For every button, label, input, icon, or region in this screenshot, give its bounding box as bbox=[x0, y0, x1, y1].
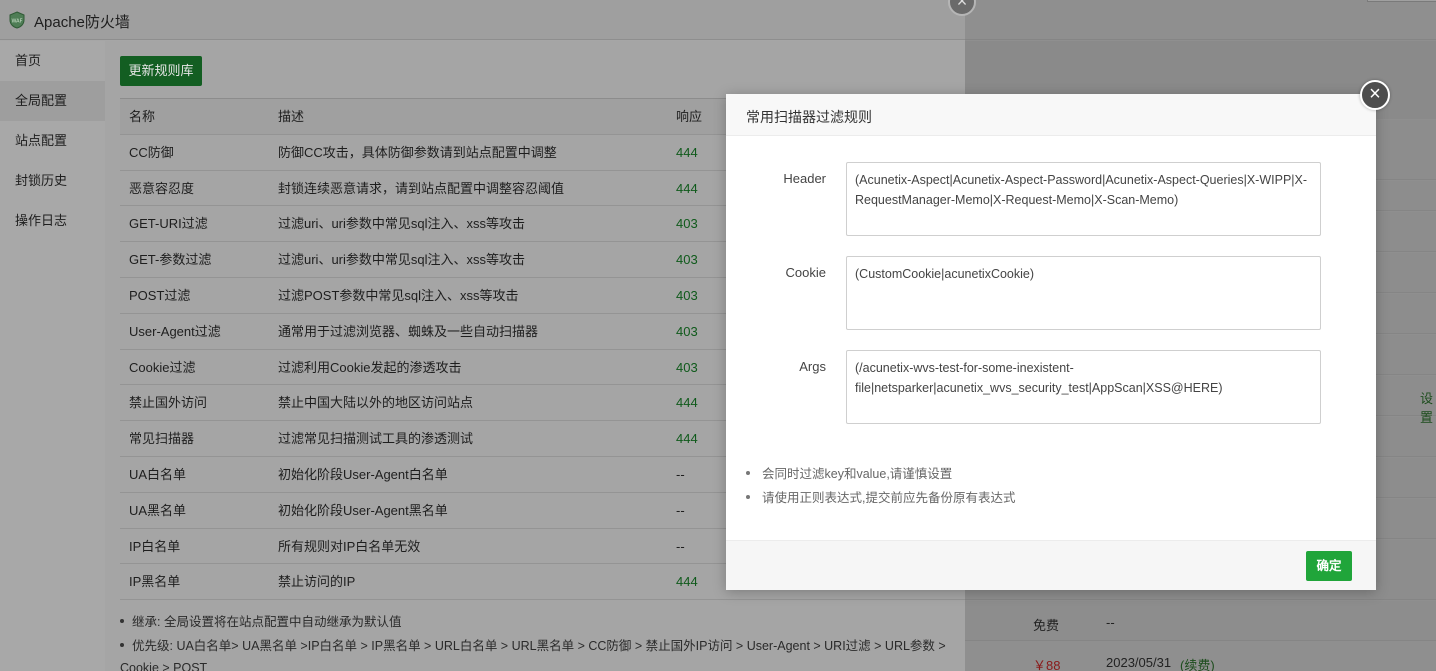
rule-name: CC防御 bbox=[129, 144, 174, 160]
header-field[interactable]: (Acunetix-Aspect|Acunetix-Aspect-Passwor… bbox=[846, 162, 1321, 236]
dialog-notes: 会同时过滤key和value,请谨慎设置 请使用正则表达式,提交前应先备份原有表… bbox=[746, 462, 1015, 510]
rule-response[interactable]: 444 bbox=[676, 564, 698, 599]
background-renew-link[interactable]: (续费) bbox=[1180, 655, 1215, 671]
rule-response[interactable]: 444 bbox=[676, 385, 698, 420]
note-text: Cookie > POST bbox=[120, 661, 208, 671]
sidebar-item-home[interactable]: 首页 bbox=[0, 41, 105, 81]
background-price: ￥88 bbox=[1033, 658, 1061, 671]
scanner-filter-dialog: 常用扫描器过滤规则 × Header (Acunetix-Aspect|Acun… bbox=[726, 80, 1390, 590]
cookie-field[interactable]: (CustomCookie|acunetixCookie) bbox=[846, 256, 1321, 330]
dialog-close-icon[interactable]: × bbox=[1360, 80, 1390, 110]
rule-response: -- bbox=[676, 466, 685, 482]
dialog-note-text: 会同时过滤key和value,请谨慎设置 bbox=[762, 467, 953, 481]
rule-desc: 所有规则对IP白名单无效 bbox=[278, 538, 421, 554]
rule-response[interactable]: 403 bbox=[676, 314, 698, 349]
rule-desc: 防御CC攻击，具体防御参数请到站点配置中调整 bbox=[278, 144, 557, 160]
sidebar-item-site-config[interactable]: 站点配置 bbox=[0, 121, 105, 161]
notes-list: 继承: 全局设置将在站点配置中自动继承为默认值 优先级: UA白名单> UA黑名… bbox=[120, 610, 960, 671]
rule-name: IP白名单 bbox=[129, 538, 181, 554]
rule-response[interactable]: 444 bbox=[676, 171, 698, 206]
bullet-icon bbox=[746, 470, 750, 475]
rule-desc: 过滤利用Cookie发起的渗透攻击 bbox=[278, 359, 462, 375]
background-header bbox=[965, 0, 1436, 40]
rule-desc: 通常用于过滤浏览器、蜘蛛及一些自动扫描器 bbox=[278, 323, 539, 339]
background-search-input bbox=[1367, 0, 1436, 2]
sidebar: 首页 全局配置 站点配置 封锁历史 操作日志 bbox=[0, 41, 105, 671]
rule-desc: 封锁连续恶意请求，请到站点配置中调整容忍阈值 bbox=[278, 180, 565, 196]
dialog-note-text: 请使用正则表达式,提交前应先备份原有表达式 bbox=[762, 491, 1016, 505]
args-field-label: Args bbox=[799, 359, 826, 374]
rule-response: -- bbox=[676, 538, 685, 554]
rule-response[interactable]: 403 bbox=[676, 242, 698, 277]
rule-name: IP黑名单 bbox=[129, 574, 181, 590]
rule-name: 禁止国外访问 bbox=[129, 395, 208, 411]
panel-title-bar: WAF Apache防火墙 bbox=[0, 0, 965, 40]
rule-desc: 过滤uri、uri参数中常见sql注入、xss等攻击 bbox=[278, 252, 526, 268]
rule-desc: 禁止中国大陆以外的地区访问站点 bbox=[278, 395, 474, 411]
column-header-resp: 响应 bbox=[676, 109, 703, 124]
note-item-continued: Cookie > POST bbox=[120, 656, 960, 671]
note-item: 优先级: UA白名单> UA黑名单 >IP白名单 > IP黑名单 > URL白名… bbox=[120, 634, 960, 658]
rule-name: POST过滤 bbox=[129, 287, 191, 303]
dialog-footer: 确定 bbox=[726, 540, 1376, 590]
note-text: 优先级: UA白名单> UA黑名单 >IP白名单 > IP黑名单 > URL白名… bbox=[132, 639, 946, 653]
dialog-title: 常用扫描器过滤规则 bbox=[746, 109, 872, 125]
rule-response[interactable]: 403 bbox=[676, 350, 698, 385]
rule-desc: 初始化阶段User-Agent黑名单 bbox=[278, 502, 448, 518]
rule-name: User-Agent过滤 bbox=[129, 323, 221, 339]
rule-desc: 初始化阶段User-Agent白名单 bbox=[278, 466, 448, 482]
rule-response[interactable]: 444 bbox=[676, 135, 698, 170]
sidebar-item-block-history[interactable]: 封锁历史 bbox=[0, 161, 105, 201]
background-plan-value: -- bbox=[1106, 615, 1115, 630]
dialog-note-item: 会同时过滤key和value,请谨慎设置 bbox=[746, 462, 1015, 486]
rule-name: 恶意容忍度 bbox=[129, 180, 195, 196]
rule-desc: 禁止访问的IP bbox=[278, 574, 356, 590]
dialog-header: 常用扫描器过滤规则 bbox=[726, 94, 1376, 136]
sidebar-item-global-config[interactable]: 全局配置 bbox=[0, 81, 105, 121]
sidebar-item-operation-log[interactable]: 操作日志 bbox=[0, 201, 105, 241]
background-expiry: 2023/05/31 bbox=[1106, 655, 1172, 670]
bullet-icon bbox=[120, 618, 124, 623]
note-text: 继承: 全局设置将在站点配置中自动继承为默认值 bbox=[132, 615, 402, 629]
rule-name: Cookie过滤 bbox=[129, 359, 196, 375]
rule-desc: 过滤POST参数中常见sql注入、xss等攻击 bbox=[278, 287, 519, 303]
rule-response[interactable]: 444 bbox=[676, 421, 698, 456]
rule-name: UA黑名单 bbox=[129, 502, 187, 518]
background-settings-link[interactable]: 设置 bbox=[1420, 388, 1436, 426]
column-header-desc: 描述 bbox=[278, 109, 305, 124]
rule-name: GET-参数过滤 bbox=[129, 252, 212, 268]
shield-logo-icon: WAF bbox=[9, 11, 25, 29]
rule-desc: 过滤uri、uri参数中常见sql注入、xss等攻击 bbox=[278, 216, 526, 232]
cookie-field-label: Cookie bbox=[785, 265, 826, 280]
bullet-icon bbox=[746, 494, 750, 499]
svg-text:WAF: WAF bbox=[12, 19, 23, 25]
rule-desc: 过滤常见扫描测试工具的渗透测试 bbox=[278, 431, 474, 447]
dialog-note-item: 请使用正则表达式,提交前应先备份原有表达式 bbox=[746, 486, 1015, 510]
bullet-icon bbox=[120, 642, 124, 647]
rule-response: -- bbox=[676, 502, 685, 518]
panel-title: Apache防火墙 bbox=[34, 14, 130, 31]
update-rules-button[interactable]: 更新规则库 bbox=[120, 56, 202, 86]
note-item: 继承: 全局设置将在站点配置中自动继承为默认值 bbox=[120, 610, 960, 634]
column-header-name: 名称 bbox=[129, 109, 156, 124]
background-plan-type: 免费 bbox=[1033, 618, 1060, 633]
rule-name: 常见扫描器 bbox=[129, 431, 195, 447]
confirm-button[interactable]: 确定 bbox=[1306, 551, 1352, 581]
header-field-label: Header bbox=[783, 171, 826, 186]
rule-name: UA白名单 bbox=[129, 466, 187, 482]
args-field[interactable]: (/acunetix-wvs-test-for-some-inexistent-… bbox=[846, 350, 1321, 424]
rule-response[interactable]: 403 bbox=[676, 278, 698, 313]
rule-name: GET-URI过滤 bbox=[129, 216, 208, 232]
rule-response[interactable]: 403 bbox=[676, 206, 698, 241]
